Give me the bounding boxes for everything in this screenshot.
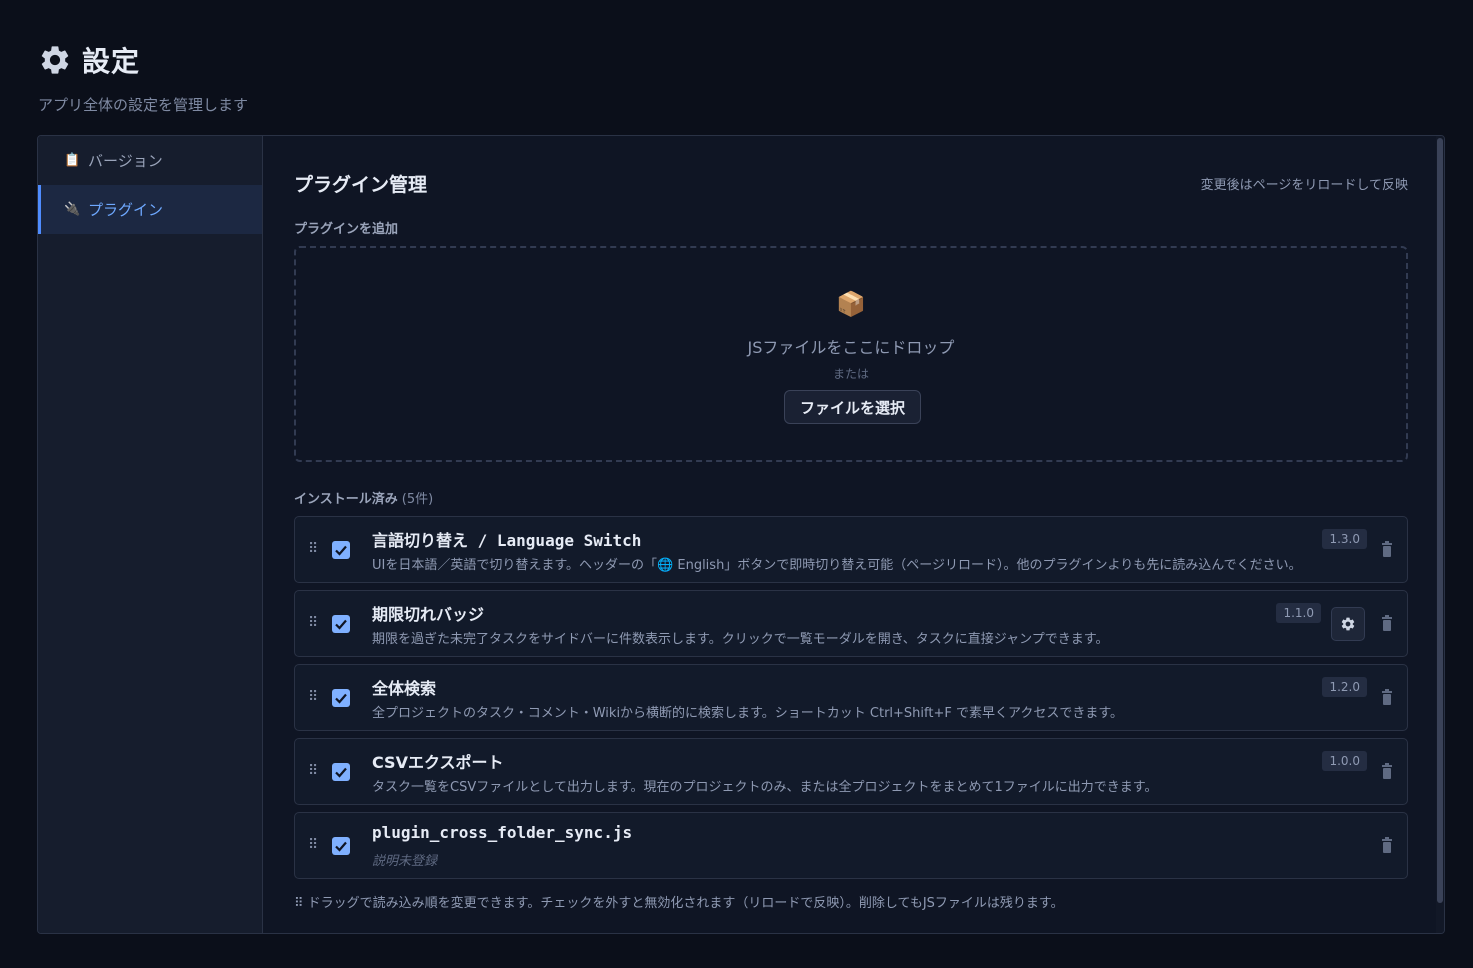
title-row: 設定: [38, 40, 248, 80]
sidebar-item-plugins[interactable]: 🔌 プラグイン: [38, 185, 262, 234]
plugin-list: ⠿ 言語切り替え / Language Switch UIを日本語／英語で切り替…: [294, 516, 1408, 886]
installed-label-text: インストール済み: [294, 492, 398, 507]
content-header: プラグイン管理 変更後はページをリロードして反映: [294, 170, 1408, 196]
plugin-name: 言語切り替え / Language Switch: [372, 531, 642, 550]
plugin-enabled-checkbox[interactable]: [332, 615, 350, 633]
footer-note: ⠿ ドラッグで読み込み順を変更できます。チェックを外すと無効化されます（リロード…: [294, 896, 1064, 911]
plugin-enabled-checkbox[interactable]: [332, 689, 350, 707]
plugin-item[interactable]: ⠿ CSVエクスポート タスク一覧をCSVファイルとして出力します。現在のプロジ…: [294, 738, 1408, 805]
checkmark-icon: [335, 545, 347, 556]
version-badge: 1.1.0: [1276, 603, 1321, 623]
drag-handle-icon[interactable]: ⠿: [308, 615, 318, 631]
page-subtitle: アプリ全体の設定を管理します: [38, 96, 249, 114]
plugin-item[interactable]: ⠿ 言語切り替え / Language Switch UIを日本語／英語で切り替…: [294, 516, 1408, 583]
drag-handle-icon[interactable]: ⠿: [308, 541, 318, 557]
trash-icon[interactable]: [1381, 541, 1393, 557]
scrollbar-thumb[interactable]: [1437, 138, 1443, 903]
plugin-name: 期限切れバッジ: [372, 605, 485, 624]
add-plugin-label: プラグインを追加: [294, 222, 399, 237]
dropzone-text: JSファイルをここにドロップ: [747, 338, 955, 357]
plugin-description: 説明未登録: [372, 854, 438, 869]
clipboard-icon: 📋: [64, 153, 81, 168]
dropzone-or: または: [832, 367, 869, 381]
plugin-settings-button[interactable]: [1331, 607, 1365, 641]
plugin-name: 全体検索: [372, 679, 437, 698]
plugin-content: プラグイン管理 変更後はページをリロードして反映 プラグインを追加 📦 JSファ…: [294, 136, 1408, 933]
package-icon: 📦: [836, 290, 866, 318]
gear-icon: [1341, 617, 1355, 631]
checkmark-icon: [335, 841, 347, 852]
plugin-name: plugin_cross_folder_sync.js: [372, 823, 633, 842]
select-file-button[interactable]: ファイルを選択: [784, 390, 921, 424]
plugin-description: 全プロジェクトのタスク・コメント・Wikiから横断的に検索します。ショートカット…: [372, 706, 1124, 721]
plugin-dropzone[interactable]: 📦 JSファイルをここにドロップ または ファイルを選択: [294, 246, 1408, 462]
sidebar-item-label: プラグイン: [88, 201, 164, 219]
drag-handle-icon[interactable]: ⠿: [308, 763, 318, 779]
gear-icon: [41, 46, 69, 74]
drag-handle-icon[interactable]: ⠿: [308, 837, 318, 853]
plug-icon: 🔌: [64, 202, 81, 217]
plugin-enabled-checkbox[interactable]: [332, 763, 350, 781]
sidebar-item-label: バージョン: [88, 152, 163, 170]
plugin-item[interactable]: ⠿ 期限切れバッジ 期限を過ぎた未完了タスクをサイドバーに件数表示します。クリッ…: [294, 590, 1408, 657]
plugin-name: CSVエクスポート: [372, 753, 504, 772]
installed-count: (5件): [401, 492, 434, 507]
trash-icon[interactable]: [1381, 615, 1393, 631]
drag-handle-icon[interactable]: ⠿: [308, 689, 318, 705]
trash-icon[interactable]: [1381, 837, 1393, 853]
checkmark-icon: [335, 767, 347, 778]
plugin-description: 期限を過ぎた未完了タスクをサイドバーに件数表示します。クリックで一覧モーダルを開…: [372, 632, 1109, 647]
scrollbar[interactable]: [1436, 136, 1444, 933]
checkmark-icon: [335, 619, 347, 630]
plugin-description: UIを日本語／英語で切り替えます。ヘッダーの「🌐 English」ボタンで即時切…: [372, 558, 1302, 573]
version-badge: 1.0.0: [1322, 751, 1367, 771]
page-title: 設定: [82, 45, 141, 78]
plugin-enabled-checkbox[interactable]: [332, 837, 350, 855]
reload-note: 変更後はページをリロードして反映: [1200, 178, 1408, 193]
section-title: プラグイン管理: [294, 174, 428, 196]
plugin-item[interactable]: ⠿ plugin_cross_folder_sync.js 説明未登録: [294, 812, 1408, 879]
trash-icon[interactable]: [1381, 763, 1393, 779]
checkmark-icon: [335, 693, 347, 704]
version-badge: 1.2.0: [1322, 677, 1367, 697]
version-badge: 1.3.0: [1322, 529, 1367, 549]
trash-icon[interactable]: [1381, 689, 1393, 705]
settings-panel: 📋 バージョン 🔌 プラグイン プラグイン管理 変更後はページをリロードして反映…: [37, 135, 1445, 934]
plugin-item[interactable]: ⠿ 全体検索 全プロジェクトのタスク・コメント・Wikiから横断的に検索します。…: [294, 664, 1408, 731]
page-header: 設定 アプリ全体の設定を管理します: [38, 40, 248, 115]
installed-label: インストール済み (5件): [294, 488, 433, 507]
plugin-description: タスク一覧をCSVファイルとして出力します。現在のプロジェクトのみ、または全プロ…: [372, 780, 1158, 795]
sidebar-item-version[interactable]: 📋 バージョン: [38, 136, 262, 185]
plugin-enabled-checkbox[interactable]: [332, 541, 350, 559]
sidebar: 📋 バージョン 🔌 プラグイン: [38, 136, 263, 933]
